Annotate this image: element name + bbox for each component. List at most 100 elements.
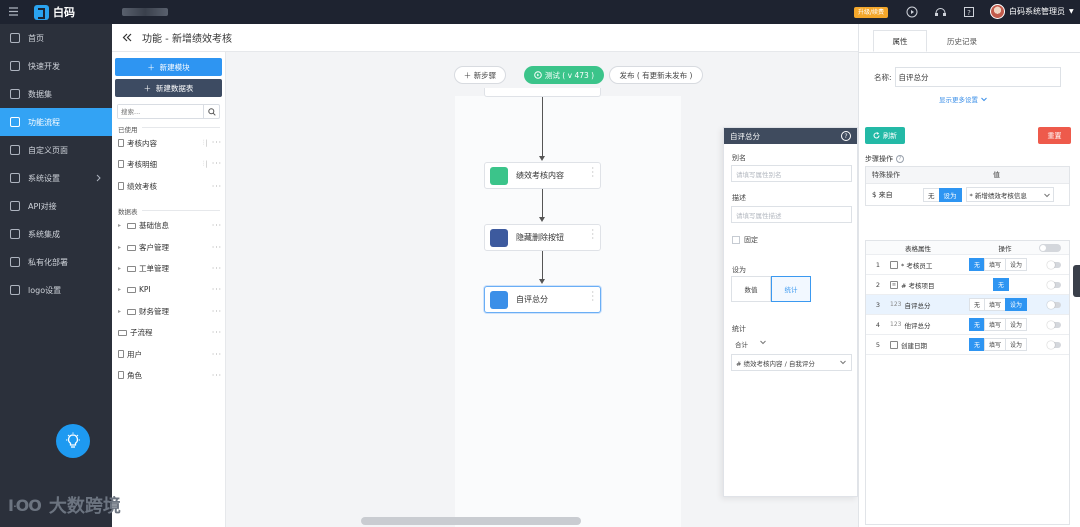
op-fill[interactable]: 填写 [984, 258, 1007, 271]
tree-item-used[interactable]: 考核明细 ⫶| ··· [118, 157, 222, 171]
table-row-selected[interactable]: 3 123 自评总分 无 填写 设为 [866, 294, 1069, 314]
more-icon[interactable]: ··· [212, 182, 222, 191]
sidebar-item-api[interactable]: API对接 [0, 192, 112, 220]
tree-item-subflow[interactable]: 子流程 ··· [118, 325, 222, 339]
table-row[interactable]: 2 ≡ # 考核项目 无 [866, 274, 1069, 294]
add-step-button[interactable]: ＋ 新步骤 [454, 66, 506, 84]
flow-node[interactable]: 绩效考核内容 · · · [484, 162, 601, 189]
more-icon[interactable]: ··· [212, 264, 222, 273]
more-icon[interactable]: ··· [212, 307, 222, 316]
more-icon[interactable]: ··· [212, 221, 222, 230]
flow-node-selected[interactable]: 自评总分 · · · [484, 286, 601, 313]
sidebar-item-logo-settings[interactable]: logo设置 [0, 276, 112, 304]
sidebar-item-private-deploy[interactable]: 私有化部署 [0, 248, 112, 276]
publish-button[interactable]: 发布 ( 有更新未发布 ) [609, 66, 703, 84]
panel-resize-handle[interactable] [1073, 265, 1080, 297]
help-icon[interactable]: ? [841, 131, 851, 141]
sidebar-item-home[interactable]: 首页 [0, 24, 112, 52]
menu-toggle-icon[interactable] [8, 6, 19, 17]
support-icon[interactable] [934, 6, 946, 18]
tree-item-used[interactable]: 绩效考核 ··· [118, 179, 222, 193]
row-toggle[interactable] [1047, 321, 1061, 329]
more-icon[interactable]: ··· [212, 285, 222, 294]
new-table-button[interactable]: ＋ 新建数据表 [115, 79, 222, 97]
toggle-all-switch[interactable] [1039, 244, 1061, 252]
op-set[interactable]: 设为 [1005, 338, 1028, 351]
row-toggle[interactable] [1047, 261, 1061, 269]
node-menu-icon[interactable]: · · · [591, 289, 594, 305]
tree-folder[interactable]: ▸ 财务管理 ··· [118, 304, 222, 318]
op-none[interactable]: 无 [993, 278, 1010, 291]
op-set[interactable]: 设为 [1005, 258, 1028, 271]
stat-func-select[interactable]: 合计 [731, 335, 771, 352]
alias-input[interactable]: 请填写属性别名 [731, 165, 852, 182]
tab-properties[interactable]: 属性 [873, 30, 927, 52]
sidebar-item-custom-page[interactable]: 自定义页面 [0, 136, 112, 164]
op-none[interactable]: 无 [969, 338, 986, 351]
op-none[interactable]: 无 [969, 298, 986, 311]
set-as-number-option[interactable]: 数值 [731, 276, 771, 302]
search-icon[interactable] [203, 105, 219, 118]
sidebar-item-quick-dev[interactable]: 快速开发 [0, 52, 112, 80]
tree-item-users[interactable]: 用户 ··· [118, 347, 222, 361]
more-icon[interactable]: ··· [212, 371, 222, 380]
node-menu-icon[interactable]: · · · [591, 165, 594, 181]
node-menu-icon[interactable]: · · · [591, 227, 594, 243]
tree-search-input[interactable] [118, 105, 203, 118]
refresh-button[interactable]: 刷新 [865, 127, 905, 144]
stat-source-select[interactable]: # 绩效考核内容 / 自我评分 [731, 354, 852, 371]
double-chevron-left-icon[interactable] [122, 33, 132, 42]
ops-none-option[interactable]: 无 [923, 187, 940, 202]
flow-node-partial[interactable] [484, 88, 601, 97]
table-row[interactable]: 4 123 他评总分 无 填写 设为 [866, 314, 1069, 334]
op-set[interactable]: 设为 [1005, 318, 1028, 331]
op-set[interactable]: 设为 [1005, 298, 1028, 311]
ops-source-select[interactable]: * 新增绩效考核信息 [965, 187, 1054, 202]
op-fill[interactable]: 填写 [984, 318, 1007, 331]
op-fill[interactable]: 填写 [984, 338, 1007, 351]
sidebar-item-system-settings[interactable]: 系统设置 [0, 164, 112, 192]
flow-node[interactable]: 隐藏删除按钮 · · · [484, 224, 601, 251]
set-as-stat-option[interactable]: 统计 [771, 276, 811, 302]
name-input[interactable]: 自评总分 [894, 67, 1061, 87]
row-toggle[interactable] [1047, 281, 1061, 289]
sidebar-item-dataset[interactable]: 数据集 [0, 80, 112, 108]
more-settings-link[interactable]: 显示更多设置 [939, 94, 987, 104]
tab-history[interactable]: 历史记录 [935, 30, 989, 52]
reset-button[interactable]: 重置 [1038, 127, 1071, 144]
more-icon[interactable]: ⫶| ··· [203, 159, 222, 169]
tree-folder[interactable]: ▸ 基础信息 ··· [118, 218, 222, 232]
op-fill[interactable]: 填写 [984, 298, 1007, 311]
fixed-checkbox[interactable]: 固定 [732, 235, 758, 245]
sidebar-item-label: logo设置 [28, 285, 62, 295]
more-icon[interactable]: ··· [212, 328, 222, 337]
horizontal-scrollbar[interactable] [361, 517, 581, 525]
ops-set-option[interactable]: 设为 [938, 187, 962, 202]
help-icon[interactable]: ? [896, 155, 904, 163]
play-icon[interactable] [906, 6, 918, 18]
more-icon[interactable]: ··· [212, 350, 222, 359]
desc-input[interactable]: 请填写属性描述 [731, 206, 852, 223]
op-none[interactable]: 无 [969, 318, 986, 331]
tree-item-roles[interactable]: 角色 ··· [118, 368, 222, 382]
row-toggle[interactable] [1047, 301, 1061, 309]
more-icon[interactable]: ··· [212, 243, 222, 252]
tree-folder[interactable]: ▸ 客户管理 ··· [118, 240, 222, 254]
tree-folder[interactable]: ▸ KPI ··· [118, 282, 222, 296]
sidebar-item-flow[interactable]: 功能流程 [0, 108, 112, 136]
table-row[interactable]: 1 * 考核员工 无 填写 设为 [866, 254, 1069, 274]
tree-folder[interactable]: ▸ 工单管理 ··· [118, 261, 222, 275]
table-row[interactable]: 5 创建日期 无 填写 设为 [866, 334, 1069, 354]
upgrade-badge[interactable]: 升级/续费 [854, 7, 889, 18]
new-module-button[interactable]: ＋ 新建模块 [115, 58, 222, 76]
help-icon[interactable]: ? [963, 6, 975, 18]
attr-table-empty-area [866, 354, 1069, 524]
tree-item-used[interactable]: 考核内容 ⫶| ··· [118, 136, 222, 150]
user-menu[interactable]: 白码系统管理员 ▼ [990, 4, 1074, 19]
row-toggle[interactable] [1047, 341, 1061, 349]
lightbulb-button[interactable] [56, 424, 90, 458]
sidebar-item-integration[interactable]: 系统集成 [0, 220, 112, 248]
test-button[interactable]: 测试 ( v 473 ) [524, 66, 604, 84]
more-icon[interactable]: ⫶| ··· [203, 138, 222, 148]
op-none[interactable]: 无 [969, 258, 986, 271]
